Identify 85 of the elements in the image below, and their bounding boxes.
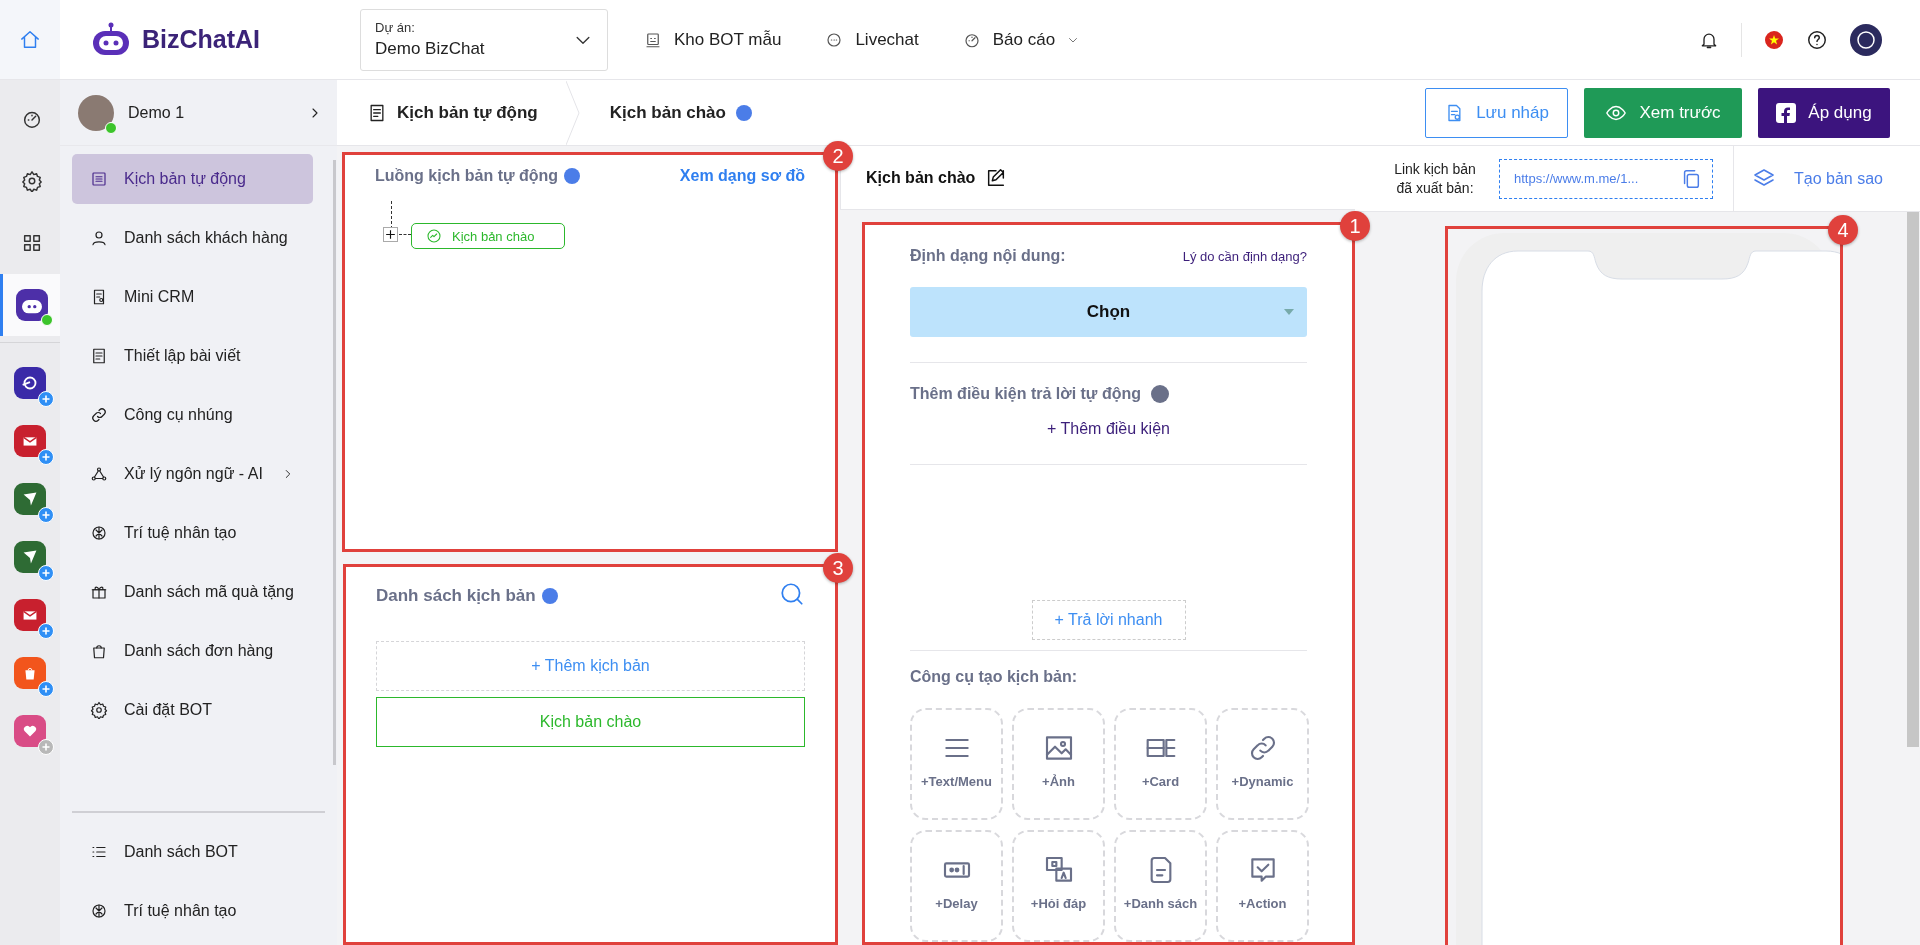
diagram-view-link[interactable]: Xem dạng sơ đồ bbox=[679, 167, 805, 185]
breadcrumb-item: Kịch bản chào bbox=[609, 102, 726, 123]
published-link-label: Link kịch bản đã xuất bản: bbox=[1393, 159, 1477, 198]
sidebar-item[interactable]: Cài đặt BOT bbox=[72, 685, 313, 735]
facebook-icon bbox=[1776, 102, 1797, 123]
tool-button[interactable]: +Text/Menu bbox=[910, 708, 1003, 820]
messenger-icon bbox=[426, 228, 442, 244]
link-icon bbox=[90, 406, 108, 424]
tool-button[interactable]: +Card bbox=[1114, 708, 1207, 820]
info-icon bbox=[735, 104, 752, 121]
duplicate-button[interactable]: Tạo bản sao bbox=[1733, 146, 1889, 211]
section-title: Thêm điều kiện trả lời tự động bbox=[910, 385, 1141, 403]
sidebar-item[interactable]: Công cụ nhúng bbox=[72, 390, 313, 440]
tool-button[interactable]: +Action bbox=[1216, 830, 1309, 942]
ai-knot-icon bbox=[90, 524, 108, 542]
format-label: Định dạng nội dung: bbox=[910, 247, 1066, 265]
project-select[interactable]: Dự án: Demo BizChat bbox=[360, 8, 608, 71]
help-link[interactable]: Lý do cần định dạng? bbox=[1182, 248, 1307, 264]
sidebar-item[interactable]: Danh sách khách hàng bbox=[72, 213, 313, 263]
tool-button[interactable]: +Ảnh bbox=[1012, 708, 1105, 820]
search-icon bbox=[779, 581, 805, 607]
app-icon[interactable] bbox=[14, 367, 46, 399]
sidebar-item[interactable]: Kịch bản tự động bbox=[72, 154, 313, 204]
apply-button[interactable]: Áp dụng bbox=[1758, 87, 1890, 138]
scrollbar[interactable] bbox=[1907, 212, 1919, 747]
account-avatar-icon[interactable] bbox=[1850, 23, 1882, 56]
ai-knot-icon bbox=[90, 902, 108, 920]
plus-badge-icon[interactable] bbox=[38, 623, 54, 639]
app-icon[interactable] bbox=[14, 483, 46, 515]
vietnam-flag-icon[interactable] bbox=[1764, 29, 1784, 50]
plus-badge-icon[interactable] bbox=[38, 507, 54, 523]
scrollbar[interactable] bbox=[333, 160, 336, 765]
nodes-icon bbox=[90, 465, 108, 483]
sidebar-item[interactable]: Danh sách đơn hàng bbox=[72, 626, 313, 676]
expand-icon[interactable] bbox=[383, 227, 398, 242]
shopping-bag-icon bbox=[90, 642, 108, 660]
script-title: Kịch bản chào bbox=[866, 168, 976, 187]
app-icon[interactable] bbox=[14, 425, 46, 457]
user-icon bbox=[90, 229, 108, 247]
tool-button[interactable]: +Delay bbox=[910, 830, 1003, 942]
user-avatar bbox=[78, 94, 114, 131]
info-icon bbox=[564, 168, 581, 184]
sidebar-item[interactable]: Mini CRM bbox=[72, 272, 313, 322]
plus-badge-icon[interactable] bbox=[38, 565, 54, 581]
sidebar-item[interactable]: Thiết lập bài viết bbox=[72, 331, 313, 381]
panel-title: Danh sách kịch bản bbox=[376, 586, 536, 606]
nav-link[interactable]: Báo cáo bbox=[954, 23, 1088, 56]
nav-link[interactable]: Kho BOT mẫu bbox=[636, 23, 790, 56]
info-icon bbox=[541, 588, 558, 604]
sidebar-item[interactable]: Danh sách mã quà tặng bbox=[72, 567, 313, 617]
sidebar-item[interactable]: Trí tuệ nhân tạo bbox=[72, 886, 313, 936]
chat-icon bbox=[825, 30, 844, 49]
sidebar-item[interactable]: Danh sách BOT bbox=[72, 827, 313, 877]
tool-button[interactable]: +Dynamic bbox=[1216, 708, 1309, 820]
info-icon bbox=[1151, 385, 1169, 403]
published-link-field[interactable]: https://www.m.me/1... bbox=[1499, 158, 1713, 199]
annotation-badge: 3 bbox=[823, 553, 853, 583]
tool-button[interactable]: +Hỏi đáp bbox=[1012, 830, 1105, 942]
app-icon[interactable] bbox=[14, 541, 46, 573]
home-icon bbox=[19, 28, 41, 51]
brand-name: BizChatAI bbox=[142, 25, 261, 54]
section-title: Công cụ tạo kịch bản: bbox=[910, 668, 1079, 686]
nav-link[interactable]: Livechat bbox=[817, 23, 927, 56]
robot-logo-icon bbox=[90, 21, 132, 58]
sidebar-item[interactable]: Trí tuệ nhân tạo bbox=[72, 508, 313, 558]
settings-icon bbox=[90, 701, 108, 719]
help-icon bbox=[1806, 28, 1828, 51]
app-icon[interactable] bbox=[14, 599, 46, 631]
user-name[interactable]: Demo 1 bbox=[128, 103, 293, 122]
tool-button[interactable]: +Danh sách bbox=[1114, 830, 1207, 942]
add-condition-link[interactable]: + Thêm điều kiện bbox=[1041, 419, 1176, 439]
plus-badge-icon[interactable] bbox=[38, 391, 54, 407]
annotation-badge: 1 bbox=[1340, 211, 1370, 241]
caret-down-icon bbox=[1283, 308, 1295, 316]
panel-title: Luồng kịch bản tự động bbox=[375, 167, 559, 185]
plus-badge-icon[interactable] bbox=[38, 449, 54, 465]
robot-icon bbox=[644, 30, 662, 49]
preview-button[interactable]: Xem trước bbox=[1584, 87, 1742, 138]
document-icon bbox=[90, 347, 108, 365]
breadcrumb-item[interactable]: Kịch bản tự động bbox=[397, 102, 538, 123]
sidebar-item[interactable]: Xử lý ngôn ngữ - AI bbox=[72, 449, 313, 499]
annotation-badge: 4 bbox=[1828, 215, 1858, 245]
format-dropdown[interactable]: Chọn bbox=[910, 287, 1307, 337]
settings-icon bbox=[20, 170, 43, 192]
list-icon bbox=[90, 170, 108, 188]
